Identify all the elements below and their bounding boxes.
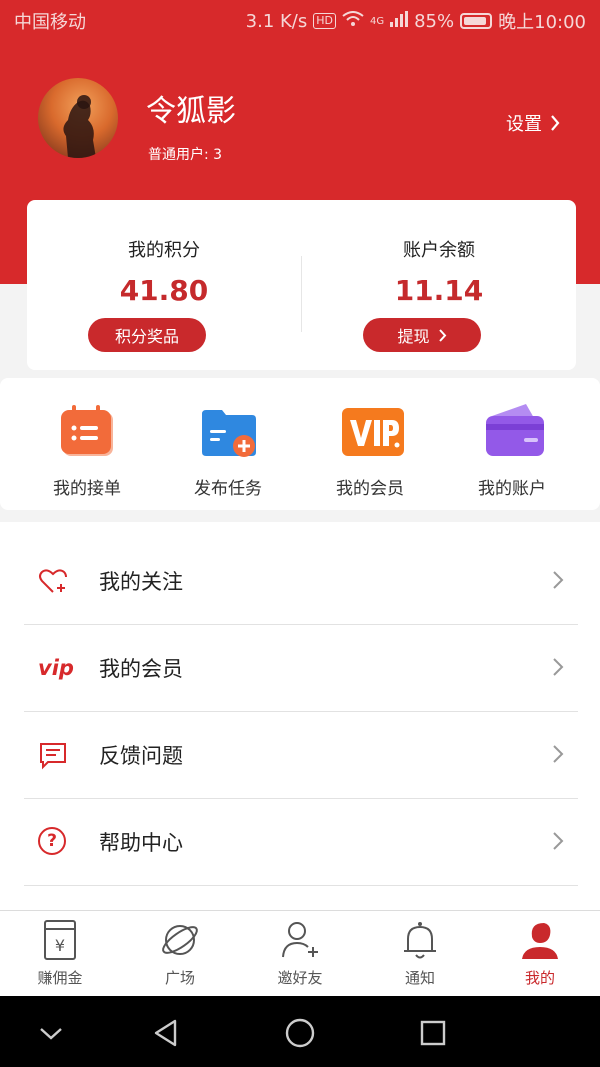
menu-item-help-center[interactable]: ? 帮助中心: [24, 799, 578, 886]
username: 令狐影: [146, 94, 236, 129]
planet-icon: [160, 919, 200, 961]
quick-action-my-membership[interactable]: 我的会员: [295, 402, 445, 499]
quick-action-my-account[interactable]: 我的账户: [437, 402, 587, 499]
points-prizes-label: 积分奖品: [114, 327, 179, 346]
nav-label: 邀好友: [277, 969, 323, 987]
bell-icon: [400, 919, 440, 961]
withdraw-button[interactable]: 提现: [363, 318, 481, 352]
chevron-right-icon: [553, 745, 564, 763]
vip-text: vip: [38, 656, 74, 680]
wifi-icon: [342, 10, 364, 32]
heart-plus-icon: [38, 566, 68, 596]
carrier-label: 中国移动: [14, 12, 86, 33]
balance-value: 11.14: [394, 274, 484, 307]
chevron-right-icon: [438, 328, 446, 342]
status-indicators: 3.1 K/s HD 4G 85% 晚上10:00: [246, 8, 586, 34]
settings-label: 设置: [506, 114, 542, 135]
quick-action-label: 我的接单: [53, 479, 121, 499]
points-card: 我的积分 41.80 积分奖品 账户余额 11.14 提现: [27, 200, 576, 370]
menu-item-feedback[interactable]: 反馈问题: [24, 712, 578, 799]
quick-action-label: 我的会员: [336, 479, 404, 499]
nav-me[interactable]: 我的: [480, 919, 600, 988]
menu-item-label: 反馈问题: [99, 744, 183, 768]
clock: 晚上10:00: [498, 12, 586, 33]
nav-label: 通知: [404, 969, 435, 987]
feedback-icon: [38, 740, 68, 770]
menu-item-membership[interactable]: vip 我的会员: [24, 625, 578, 712]
help-mark: ?: [38, 827, 66, 855]
collapse-down-icon[interactable]: [34, 1016, 68, 1050]
vip-badge-icon: [340, 402, 404, 462]
nav-label: 我的: [524, 969, 555, 987]
money-envelope-icon: ¥: [40, 919, 80, 961]
quick-action-my-orders[interactable]: 我的接单: [12, 402, 162, 499]
battery-icon: [460, 13, 493, 29]
points-section: 我的积分 41.80 积分奖品: [27, 200, 301, 370]
menu-item-label: 我的会员: [99, 657, 183, 681]
wallet-card-icon: [482, 402, 544, 462]
yen-sign: ¥: [55, 936, 65, 955]
bottom-nav: ¥ 赚佣金 广场 邀好友 通知 我的: [0, 910, 600, 996]
points-title: 我的积分: [128, 240, 200, 261]
withdraw-label: 提现: [397, 327, 430, 346]
status-bar: 中国移动 3.1 K/s HD 4G 85% 晚上10:00: [0, 0, 600, 42]
vip-text-icon: vip: [38, 653, 74, 683]
add-friend-icon: [280, 919, 320, 961]
signal-icon: [390, 10, 409, 32]
battery-percent: 85%: [414, 10, 455, 32]
user-level: 普通用户: 3: [148, 147, 223, 163]
back-triangle-icon[interactable]: [150, 1016, 184, 1050]
calendar-list-icon: [57, 402, 117, 462]
menu-item-label: 我的关注: [99, 570, 183, 594]
network-type: 4G: [369, 15, 385, 27]
avatar[interactable]: [38, 78, 118, 158]
points-prizes-button[interactable]: 积分奖品: [88, 318, 206, 352]
profile-icon: [520, 919, 560, 961]
balance-title: 账户余额: [403, 240, 475, 261]
nav-label: 赚佣金: [37, 969, 83, 987]
points-value: 41.80: [119, 274, 209, 307]
chevron-right-icon: [553, 658, 564, 676]
system-nav-bar: [0, 996, 600, 1067]
quick-actions: 我的接单 发布任务 我的会员 我的账户: [0, 378, 600, 510]
help-circle-icon: ?: [38, 827, 68, 857]
nav-earn-commission[interactable]: ¥ 赚佣金: [0, 919, 120, 988]
settings-button[interactable]: 设置: [506, 110, 560, 136]
nav-label: 广场: [164, 969, 195, 987]
network-speed: 3.1 K/s: [245, 10, 308, 32]
quick-action-label: 我的账户: [478, 479, 546, 499]
quick-action-label: 发布任务: [194, 479, 262, 499]
quick-action-publish-task[interactable]: 发布任务: [153, 402, 303, 499]
folder-add-icon: [198, 402, 258, 462]
nav-invite-friends[interactable]: 邀好友: [240, 919, 360, 988]
nav-notifications[interactable]: 通知: [360, 919, 480, 988]
menu-item-following[interactable]: 我的关注: [24, 538, 578, 625]
menu-list: 我的关注 vip 我的会员 反馈问题 ? 帮助中心: [0, 522, 600, 910]
home-circle-icon[interactable]: [283, 1016, 317, 1050]
menu-item-label: 帮助中心: [99, 831, 183, 855]
recents-square-icon[interactable]: [416, 1016, 450, 1050]
chevron-right-icon: [551, 115, 560, 131]
balance-section: 账户余额 11.14 提现: [302, 200, 576, 370]
hd-badge: HD: [313, 13, 336, 29]
chevron-right-icon: [553, 571, 564, 589]
avatar-silhouette-icon: [63, 95, 96, 158]
chevron-right-icon: [553, 832, 564, 850]
nav-plaza[interactable]: 广场: [120, 919, 240, 988]
